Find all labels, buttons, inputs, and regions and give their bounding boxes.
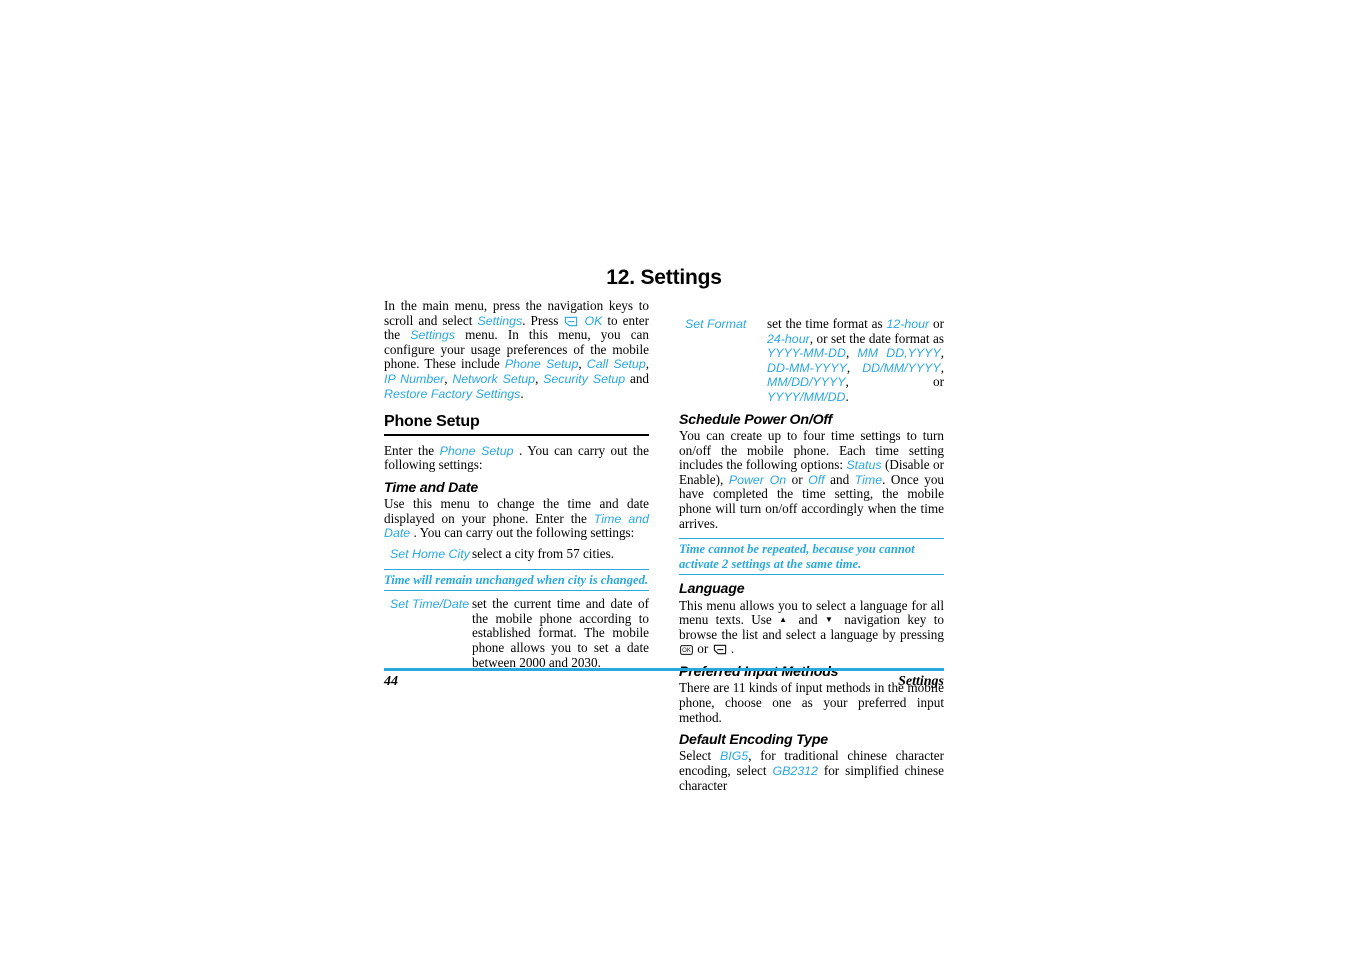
definition-description-set-home-city: select a city from 57 cities. (472, 545, 615, 561)
link-big5[interactable]: BIG5 (720, 749, 748, 763)
footer-row: 44 Settings (384, 671, 944, 690)
language-text-2: and (791, 612, 825, 628)
link-gb2312[interactable]: GB2312 (772, 764, 817, 778)
ok-key-icon: OK (680, 645, 693, 656)
set-format-sep-2: , (940, 345, 944, 361)
link-12-hour[interactable]: 12-hour (886, 317, 929, 331)
intro-paragraph: In the main menu, press the navigation k… (384, 298, 650, 401)
language-text-5: . (727, 641, 735, 657)
subsection-heading-time-and-date: Time and Date (384, 479, 479, 496)
running-head: Settings (898, 674, 944, 689)
link-off[interactable]: Off (808, 473, 825, 487)
link-ok[interactable]: OK (584, 314, 602, 328)
link-format-dd-slash-mm-slash-yyyy[interactable]: DD/MM/YYYY (862, 361, 940, 375)
definition-description-set-time-date: set the current time and date of the mob… (472, 596, 649, 670)
note-box-city: Time will remain unchanged when city is … (384, 568, 649, 592)
page-title: 12. Settings (606, 266, 722, 289)
intro-text-5: and (625, 371, 650, 387)
softkey-icon (564, 316, 578, 327)
note-box-repeat: Time cannot be repeated, because you can… (679, 538, 944, 576)
arrow-down-icon: ▼ (824, 615, 837, 625)
link-security-setup[interactable]: Security Setup (543, 372, 625, 386)
set-format-sep-1: , (845, 345, 858, 361)
link-restore-factory-settings[interactable]: Restore Factory Settings (384, 387, 520, 401)
definition-term-set-time-date[interactable]: Set Time/Date (384, 597, 472, 612)
link-format-yyyy-mm-dd[interactable]: YYYY-MM-DD (767, 346, 846, 360)
link-phone-setup-2[interactable]: Phone Setup (440, 444, 514, 458)
link-power-on[interactable]: Power On (729, 473, 786, 487)
subsection-heading-language: Language (679, 581, 745, 598)
intro-sep-4: , (535, 371, 544, 387)
schedule-power-body: You can create up to four time settings … (679, 428, 944, 531)
link-settings-1[interactable]: Settings (477, 314, 522, 328)
time-date-text-2: . You can carry out the following settin… (410, 525, 635, 541)
note-text-city: Time will remain unchanged when city is … (384, 572, 649, 587)
phone-setup-text-1: Enter the (384, 442, 440, 458)
schedule-text-3: or (786, 471, 809, 487)
link-format-yyyy-slash-mm-slash-dd[interactable]: YYYY/MM/DD (767, 390, 845, 404)
definition-row-set-time-date: Set Time/Date set the current time and d… (384, 596, 649, 670)
section-heading-phone-setup: Phone Setup (384, 413, 480, 431)
link-format-mm-slash-dd-slash-yyyy[interactable]: MM/DD/YYYY (767, 375, 845, 389)
link-format-mm-dd-yyyy[interactable]: MM DD,YYYY (857, 346, 940, 360)
left-column: In the main menu, press the navigation k… (384, 298, 650, 674)
link-time[interactable]: Time (855, 473, 882, 487)
definition-description-set-format: set the time format as 12-hour or 24-hou… (767, 316, 944, 405)
link-24-hour[interactable]: 24-hour (767, 332, 810, 346)
page-number: 44 (384, 674, 398, 689)
manual-page: 12. Settings In the main menu, press the… (384, 266, 944, 792)
set-format-text-4: , or (845, 374, 944, 390)
intro-text-6: . (520, 385, 524, 401)
page-footer: 44 Settings (384, 668, 944, 690)
set-format-sep-3: , (846, 359, 863, 375)
schedule-text-4: and (824, 471, 855, 487)
definition-row-set-format: Set Format set the time format as 12-hou… (679, 316, 944, 405)
set-format-text-3: , or set the date format as (809, 330, 944, 346)
note-text-repeat: Time cannot be repeated, because you can… (679, 542, 915, 571)
language-body: This menu allows you to select a languag… (679, 598, 944, 657)
link-ip-number[interactable]: IP Number (384, 372, 444, 386)
phone-setup-intro: Enter the Phone Setup . You can carry ou… (384, 442, 649, 473)
intro-sep-2: , (645, 356, 650, 372)
subsection-heading-encoding: Default Encoding Type (679, 732, 828, 749)
section-heading-rule (384, 433, 649, 436)
definition-term-set-format[interactable]: Set Format (679, 317, 767, 332)
arrow-up-icon: ▲ (779, 615, 792, 625)
encoding-text-1: Select (679, 748, 720, 764)
link-network-setup[interactable]: Network Setup (452, 372, 535, 386)
link-status[interactable]: Status (846, 458, 881, 472)
set-format-text-5: . (845, 389, 849, 405)
definition-row-set-home-city: Set Home City select a city from 57 citi… (384, 545, 649, 562)
set-format-sep-4: , (940, 359, 944, 375)
intro-sep-1: , (578, 356, 587, 372)
intro-text-2: . Press (522, 312, 564, 328)
link-format-dd-mm-yyyy[interactable]: DD-MM-YYYY (767, 361, 847, 375)
time-and-date-body: Use this menu to change the time and dat… (384, 496, 649, 541)
two-column-layout: In the main menu, press the navigation k… (384, 298, 944, 797)
right-column: Set Format set the time format as 12-hou… (679, 299, 944, 797)
svg-text:OK: OK (682, 649, 691, 655)
language-text-4: or (694, 641, 712, 657)
link-phone-setup[interactable]: Phone Setup (505, 357, 578, 371)
link-call-setup[interactable]: Call Setup (587, 357, 646, 371)
encoding-body: Select BIG5, for traditional chinese cha… (679, 749, 944, 793)
set-format-text-2: or (929, 316, 944, 332)
set-format-text-1: set the time format as (767, 316, 887, 332)
link-settings-2[interactable]: Settings (410, 328, 455, 342)
softkey-icon (713, 644, 727, 655)
subsection-heading-schedule-power: Schedule Power On/Off (679, 411, 833, 428)
definition-term-set-home-city[interactable]: Set Home City (384, 547, 472, 562)
